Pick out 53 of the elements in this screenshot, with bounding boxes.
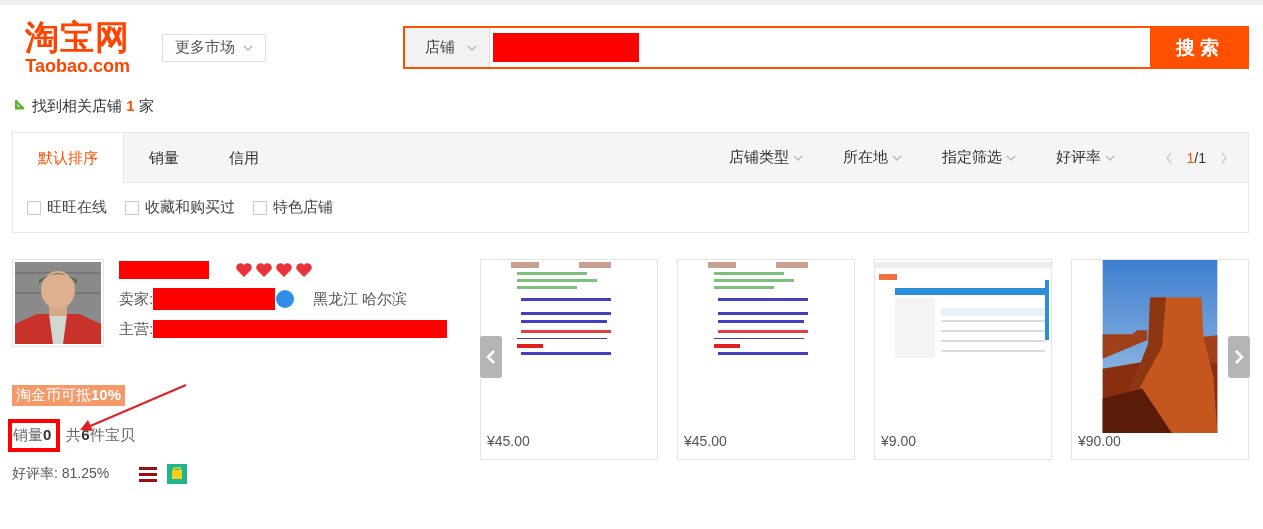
chevron-down-icon: [1104, 154, 1115, 161]
shop-badge-icon: [167, 464, 188, 484]
positive-rate: 好评率: 81.25%: [12, 465, 110, 483]
sort-tab[interactable]: 信用: [204, 133, 284, 183]
checkbox[interactable]: [253, 200, 267, 215]
next-button[interactable]: [1228, 336, 1250, 378]
chevron-left-icon[interactable]: [1164, 151, 1173, 164]
filter-dropdown[interactable]: 好评率: [1035, 133, 1135, 182]
chevron-down-icon: [243, 44, 254, 51]
product-price: ¥45.00: [486, 433, 530, 451]
logo-domain: Taobao.com: [25, 57, 130, 75]
logo-title: 淘宝网: [25, 20, 131, 54]
filter-dropdown[interactable]: 店铺类型: [708, 133, 823, 182]
seller-label: 卖家:: [119, 289, 154, 309]
product-card[interactable]: ¥90.00: [1071, 259, 1249, 460]
heart-icon: [235, 262, 253, 278]
heart-icon: [275, 262, 293, 278]
product-card[interactable]: ¥9.00: [874, 259, 1052, 460]
product-card[interactable]: ¥45.00: [480, 259, 658, 460]
sort-tab[interactable]: 销量: [124, 133, 204, 183]
previous-button[interactable]: [480, 336, 502, 378]
checkbox-label: 收藏和购买过: [145, 198, 235, 217]
product-price: ¥90.00: [1077, 433, 1121, 451]
arrow-icon: [15, 100, 26, 112]
checkbox-label: 旺旺在线: [47, 198, 107, 217]
market-dropdown[interactable]: 更多市场: [162, 33, 267, 62]
search-scope-dropdown[interactable]: 店铺: [405, 28, 491, 67]
chevron-down-icon: [792, 154, 803, 161]
item-count: 共6件宝贝: [66, 426, 135, 445]
checkbox[interactable]: [125, 200, 139, 215]
product-price: ¥45.00: [683, 433, 727, 451]
chevron-down-icon: [467, 44, 478, 51]
shop-location: 黑龙江 哈尔滨: [313, 289, 408, 309]
chevron-down-icon: [891, 154, 902, 161]
heart-icon: [295, 262, 313, 278]
result-summary: 找到相关店铺 1 家: [32, 96, 154, 116]
heart-icon: [255, 262, 273, 278]
main-products-label: 主营:: [119, 319, 154, 339]
sales-count: 销量0: [13, 426, 52, 443]
product-card[interactable]: ¥45.00: [677, 259, 855, 460]
chevron-right-icon[interactable]: [1220, 151, 1228, 164]
chevron-left-icon: [486, 349, 496, 365]
chat-bubble-icon[interactable]: [275, 289, 296, 309]
menu-icon: [139, 466, 158, 482]
coin-discount-badge: 淘金币可抵10%: [12, 385, 126, 406]
product-price: ¥9.00: [880, 433, 917, 451]
filter-dropdown[interactable]: 所在地: [822, 133, 922, 182]
chevron-down-icon: [1005, 154, 1016, 161]
page-indicator: 1/1: [1186, 149, 1206, 166]
checkbox[interactable]: [27, 200, 41, 215]
chevron-right-icon: [1234, 349, 1244, 365]
checkbox-label: 特色店铺: [273, 198, 333, 217]
filter-dropdown[interactable]: 指定筛选: [921, 133, 1036, 182]
